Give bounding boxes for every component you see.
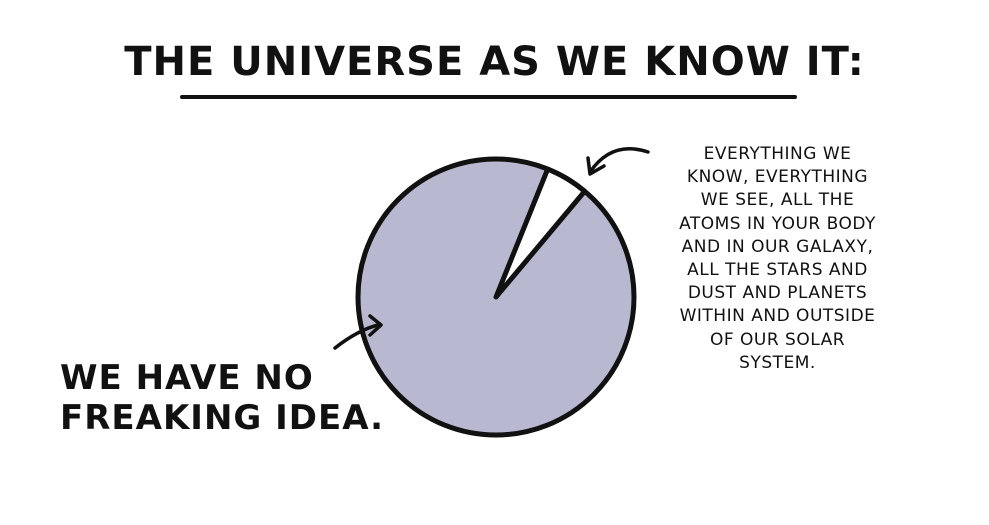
slice-label-known: EVERYTHING WE KNOW, EVERYTHING WE SEE, A… <box>679 144 876 373</box>
slice-label-unknown: WE HAVE NO FREAKING IDEA. <box>60 358 385 438</box>
